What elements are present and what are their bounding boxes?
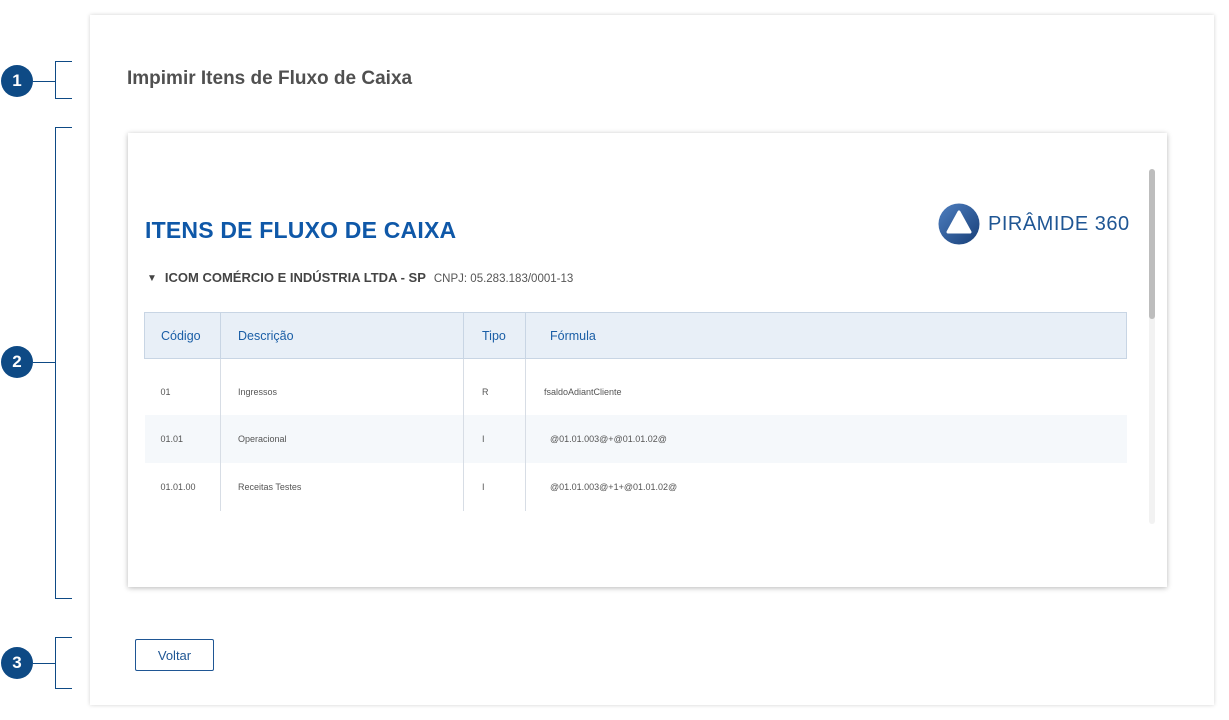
- annotation-marker-2: 2: [1, 346, 33, 378]
- annotation-connector-1: [33, 81, 55, 82]
- cell-formula: @01.01.003@+1+@01.01.02@: [550, 481, 678, 492]
- piramide-logo-icon: [938, 203, 980, 245]
- cell-formula: @01.01.003@+@01.01.02@: [525, 414, 1127, 463]
- annotation-bracket-3: [55, 637, 72, 689]
- cell-tipo: R: [463, 358, 526, 415]
- preview-scrollbar[interactable]: [1149, 169, 1155, 524]
- company-cnpj: CNPJ: 05.283.183/0001-13: [433, 273, 574, 285]
- table-row: 01 Ingressos R fsaldoAdiantCliente: [144, 358, 1127, 415]
- annotation-connector-2: [33, 362, 55, 363]
- print-page-card: Impimir Itens de Fluxo de Caixa ITENS DE…: [90, 15, 1214, 705]
- table-row: 01.01.00 Receitas Testes I @01.01.003@+1…: [144, 462, 1127, 511]
- annotation-marker-1: 1: [1, 65, 33, 97]
- cell-descricao: Receitas Testes: [220, 462, 464, 511]
- report-title: ITENS DE FLUXO DE CAIXA: [145, 217, 457, 243]
- company-name: ICOM COMÉRCIO E INDÚSTRIA LTDA - SP: [164, 270, 426, 285]
- cell-descricao: Ingressos: [220, 358, 464, 415]
- column-header-tipo: Tipo: [463, 312, 526, 359]
- table-row: 01.01 Operacional I @01.01.003@+@01.01.0…: [144, 414, 1127, 463]
- annotation-bracket-2: [55, 127, 72, 599]
- column-header-codigo: Código: [144, 312, 221, 359]
- column-header-descricao: Descrição: [220, 312, 464, 359]
- annotation-connector-3: [33, 663, 55, 664]
- cell-formula: fsaldoAdiantCliente: [544, 386, 622, 397]
- cell-tipo: I: [463, 462, 526, 511]
- cell-tipo: I: [463, 414, 526, 463]
- cash-flow-items-table: Código Descrição Tipo Fórmula 01 Ingress…: [144, 312, 1127, 511]
- annotation-bracket-1: [55, 61, 72, 99]
- back-button[interactable]: Voltar: [135, 639, 214, 671]
- column-header-formula: Fórmula: [525, 312, 1127, 359]
- cell-descricao: Operacional: [220, 414, 464, 463]
- cell-codigo: 01: [144, 358, 221, 415]
- brand-name: PIRÂMIDE 360: [988, 212, 1130, 235]
- preview-scrollbar-thumb[interactable]: [1149, 169, 1155, 319]
- page-title: Impimir Itens de Fluxo de Caixa: [127, 68, 413, 89]
- company-group-header[interactable]: ▼ ICOM COMÉRCIO E INDÚSTRIA LTDA - SP CN…: [147, 270, 573, 285]
- brand-logo: PIRÂMIDE 360: [938, 203, 1130, 245]
- report-preview[interactable]: ITENS DE FLUXO DE CAIXA PIRÂMIDE 360 ▼ I…: [128, 133, 1167, 587]
- cell-codigo: 01.01: [144, 414, 221, 463]
- annotation-marker-3: 3: [1, 647, 33, 679]
- table-header-row: Código Descrição Tipo Fórmula: [144, 312, 1127, 359]
- caret-down-icon[interactable]: ▼: [147, 273, 157, 284]
- cell-codigo: 01.01.00: [144, 462, 221, 511]
